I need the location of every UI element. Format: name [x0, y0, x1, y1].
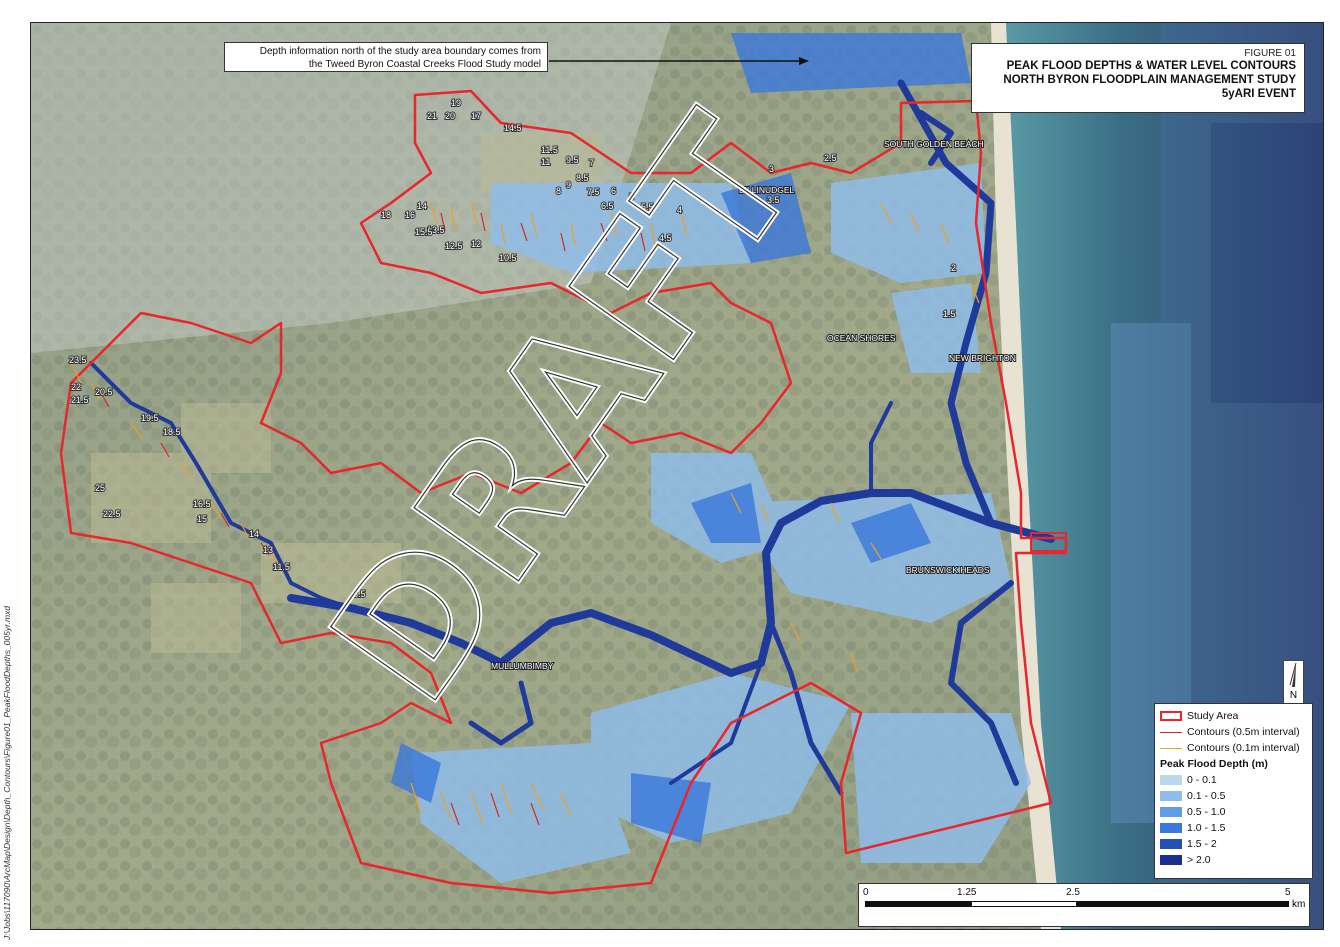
- contour-label: 13: [263, 545, 273, 555]
- contour-label: 16: [405, 210, 415, 220]
- contour-label: 9: [566, 180, 571, 190]
- contour-label: 15.5: [415, 227, 433, 237]
- north-arrow: N: [1283, 660, 1304, 704]
- north-boundary-note: Depth information north of the study are…: [224, 42, 548, 72]
- contour-label: 20.5: [95, 387, 113, 397]
- scale-unit: km: [1292, 899, 1306, 910]
- depth-swatch: [1160, 855, 1182, 865]
- legend-depth-title: Peak Flood Depth (m): [1160, 758, 1268, 770]
- depth-class: 1.5 - 2: [1160, 836, 1307, 852]
- depth-class-label: 1.5 - 2: [1187, 838, 1217, 850]
- scale-segment-3: [1077, 901, 1289, 907]
- depth-swatch: [1160, 791, 1182, 801]
- depth-swatch: [1160, 807, 1182, 817]
- title-line-2: NORTH BYRON FLOODPLAIN MANAGEMENT STUDY: [1003, 74, 1296, 86]
- contour-label: 15: [197, 514, 207, 524]
- contour-label: 22.5: [103, 509, 121, 519]
- legend-contour-05: Contours (0.5m interval): [1160, 724, 1307, 740]
- contour-label: 17: [471, 111, 481, 121]
- depth-swatch: [1160, 839, 1182, 849]
- contour-label: 21.5: [71, 395, 89, 405]
- contour-label: 7: [589, 158, 594, 168]
- depth-class: 0.5 - 1.0: [1160, 804, 1307, 820]
- north-arrow-icon: [1289, 662, 1297, 687]
- scale-tick-0: 0: [863, 887, 869, 898]
- figure-number: FIGURE 01: [1244, 48, 1296, 59]
- depth-class-label: 0.1 - 0.5: [1187, 790, 1226, 802]
- legend-study-area: Study Area: [1160, 708, 1307, 724]
- contour-label: 2: [951, 263, 956, 273]
- place-south-golden-beach: SOUTH GOLDEN BEACH: [884, 139, 984, 149]
- scale-tick-1: 1.25: [957, 887, 977, 898]
- contour-label: 19.5: [141, 413, 159, 423]
- depth-class: 1.0 - 1.5: [1160, 820, 1307, 836]
- title-line-1: PEAK FLOOD DEPTHS & WATER LEVEL CONTOURS: [1006, 60, 1296, 72]
- contour-05-line: [1160, 731, 1182, 733]
- contour-label: 10.5: [499, 253, 517, 263]
- place-brunswick-heads: BRUNSWICK HEADS: [906, 565, 990, 575]
- depth-swatch: [1160, 823, 1182, 833]
- legend-contour-01-label: Contours (0.1m interval): [1187, 742, 1300, 754]
- contour-label: 11.5: [541, 145, 558, 155]
- contour-label: 11: [541, 157, 550, 167]
- contour-label: 8.5: [576, 173, 589, 183]
- contour-label: 9.5: [566, 155, 579, 165]
- legend-contour-05-label: Contours (0.5m interval): [1187, 726, 1300, 738]
- north-label: N: [1289, 690, 1298, 701]
- contour-label: 22: [71, 382, 81, 392]
- depth-class: 0 - 0.1: [1160, 772, 1307, 788]
- contour-label: 16.5: [193, 499, 211, 509]
- depth-class-label: 0.5 - 1.0: [1187, 806, 1226, 818]
- contour-01-line: [1160, 747, 1182, 749]
- contour-label: 14.5: [504, 123, 522, 133]
- title-box: FIGURE 01 PEAK FLOOD DEPTHS & WATER LEVE…: [971, 43, 1305, 113]
- depth-class-label: 1.0 - 1.5: [1187, 822, 1226, 834]
- contour-label: 1.5: [943, 309, 956, 319]
- place-new-brighton: NEW BRIGHTON: [949, 353, 1016, 363]
- map-frame: SOUTH GOLDEN BEACH BILLINUDGEL OCEAN SHO…: [30, 22, 1324, 930]
- title-line-3: 5yARI EVENT: [1221, 88, 1296, 100]
- legend-contour-01: Contours (0.1m interval): [1160, 740, 1307, 756]
- legend-study-area-label: Study Area: [1187, 710, 1239, 722]
- depth-class: 0.1 - 0.5: [1160, 788, 1307, 804]
- scale-tick-2: 2.5: [1066, 887, 1080, 898]
- legend: Study Area Contours (0.5m interval) Cont…: [1154, 703, 1313, 879]
- place-ocean-shores: OCEAN SHORES: [827, 333, 896, 343]
- depth-class: > 2.0: [1160, 852, 1307, 868]
- contour-label: 21: [427, 111, 437, 121]
- depth-class-label: 0 - 0.1: [1187, 774, 1217, 786]
- contour-label: 18: [381, 210, 391, 220]
- contour-label: 14: [249, 529, 259, 539]
- scale-tick-3: 5: [1285, 887, 1291, 898]
- contour-label: 14: [417, 201, 427, 211]
- contour-label: 18.5: [163, 427, 181, 437]
- depth-class-list: 0 - 0.1 0.1 - 0.5 0.5 - 1.0 1.0 - 1.5 1.…: [1160, 772, 1307, 868]
- scale-bar: 0 1.25 2.5 5 km: [858, 883, 1310, 927]
- flood-map[interactable]: SOUTH GOLDEN BEACH BILLINUDGEL OCEAN SHO…: [31, 23, 1323, 929]
- note-line-2: the Tweed Byron Coastal Creeks Flood Stu…: [308, 59, 541, 70]
- contour-label: 2.5: [824, 153, 837, 163]
- study-area-swatch: [1160, 711, 1182, 721]
- contour-label: 25: [95, 483, 105, 493]
- note-line-1: Depth information north of the study are…: [259, 46, 541, 57]
- contour-label: 23.5: [69, 355, 87, 365]
- contour-label: 8: [556, 186, 561, 196]
- scale-segment-1: [865, 901, 971, 907]
- contour-label: 12.5: [445, 241, 463, 251]
- contour-label: 11.5: [273, 562, 290, 572]
- mxd-file-path: J:\Jobs\117090\ArcMap\Design\Depth_Conto…: [2, 605, 12, 940]
- contour-label: 12: [471, 239, 481, 249]
- contour-label: 20: [445, 111, 455, 121]
- depth-class-label: > 2.0: [1187, 854, 1211, 866]
- contour-label: 19: [451, 98, 461, 108]
- scale-segment-2: [971, 901, 1077, 907]
- depth-swatch: [1160, 775, 1182, 785]
